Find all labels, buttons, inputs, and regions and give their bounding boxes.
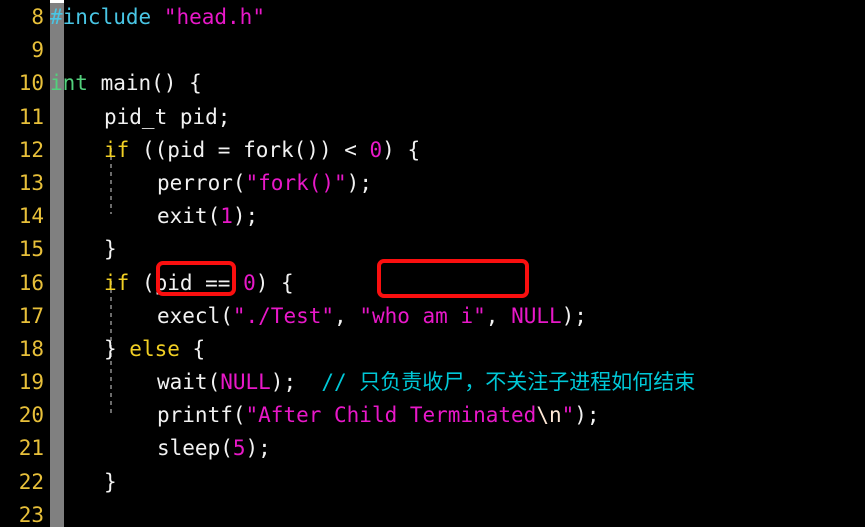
line-content: perror("fork()"); [157, 167, 372, 200]
token-type-int: int [50, 71, 88, 96]
token-close-paren: ); [245, 436, 271, 461]
code-editor-view: 8 #include "head.h" 9 10 int main() { 11… [0, 0, 865, 527]
code-line-12[interactable]: 12 if ((pid = fork()) < 0) { [0, 134, 865, 167]
token-header-string: "head.h" [163, 5, 265, 29]
token-string-who-am-i: "who am i" [359, 303, 486, 328]
token-close-paren: ); [232, 204, 259, 229]
token-comma: , [334, 303, 360, 328]
line-number: 20 [18, 403, 44, 428]
line-number: 15 [18, 237, 44, 262]
line-number: 8 [31, 5, 44, 29]
code-line-22[interactable]: 22 } [0, 466, 865, 499]
token-number-five: 5 [232, 436, 246, 461]
token-printf-call: printf( [157, 403, 246, 428]
token-sleep-call: sleep( [157, 436, 233, 461]
token-open-paren: ( [220, 303, 233, 328]
token-comment-slashes: // [321, 370, 360, 395]
token-string-after-child: "After Child Terminated [245, 403, 537, 428]
code-line-16[interactable]: 16 if (pid == 0) { [0, 267, 865, 300]
token-number-zero: 0 [369, 137, 383, 162]
token-preprocessor: #include [50, 5, 152, 29]
code-line-13[interactable]: 13 perror("fork()"); [0, 167, 865, 200]
line-content: } [104, 233, 117, 266]
code-lines: 8 #include "head.h" 9 10 int main() { 11… [0, 0, 865, 527]
line-content: printf("After Child Terminated\n"); [157, 399, 600, 432]
line-content: pid_t pid; [104, 101, 230, 134]
token-execl-function: execl [157, 303, 221, 328]
line-number: 16 [18, 270, 44, 295]
token-string-close-quote: " [561, 403, 575, 428]
code-line-21[interactable]: 21 sleep(5); [0, 432, 865, 465]
line-number: 12 [18, 137, 44, 162]
token-comment-text: 只负责收尸，不关注子进程如何结束 [359, 370, 696, 395]
line-content: #include "head.h" [50, 1, 265, 34]
token-null-literal: NULL [220, 370, 271, 395]
token-brace-close: } [104, 469, 117, 494]
token-brace-close: } [104, 336, 130, 361]
line-number: 17 [18, 303, 44, 328]
line-number: 13 [18, 170, 44, 195]
token-keyword-if: if [104, 270, 130, 295]
token-close-paren: ); [561, 303, 587, 328]
token-brace-close: } [104, 237, 117, 262]
token-brace-open: { [179, 336, 206, 361]
line-number: 21 [18, 436, 44, 461]
line-number: 22 [18, 469, 44, 494]
token-perror-call: perror( [157, 170, 246, 195]
code-line-20[interactable]: 20 printf("After Child Terminated\n"); [0, 399, 865, 432]
token-comma: , [485, 303, 512, 328]
token-brace-open: ) { [382, 137, 421, 162]
token-fork-call: ((pid = fork()) < [129, 137, 370, 162]
token-escape-newline: \n [536, 403, 562, 428]
code-line-14[interactable]: 14 exit(1); [0, 200, 865, 233]
token-null-literal: NULL [511, 303, 562, 328]
token-keyword-if: if [104, 137, 130, 162]
code-line-18[interactable]: 18 } else { [0, 333, 865, 366]
line-content: } else { [104, 333, 205, 366]
code-line-23[interactable]: 23 [0, 499, 865, 527]
code-line-9[interactable]: 9 [0, 34, 865, 67]
line-number: 11 [18, 104, 44, 129]
token-close-paren: ); [346, 170, 372, 195]
token-string-fork: "fork()" [245, 170, 347, 195]
token-close-paren: ); [270, 370, 322, 395]
code-line-17[interactable]: 17 execl("./Test", "who am i", NULL); [0, 300, 865, 333]
token-wait-call: wait( [157, 370, 221, 395]
token-number-one: 1 [220, 204, 233, 229]
line-number: 19 [18, 370, 44, 395]
token-brace-open: ) { [255, 270, 294, 295]
code-line-11[interactable]: 11 pid_t pid; [0, 101, 865, 134]
line-content: wait(NULL); // 只负责收尸，不关注子进程如何结束 [157, 366, 695, 399]
line-number: 14 [18, 204, 44, 229]
line-content: int main() { [50, 67, 202, 100]
line-content: if (pid == 0) { [104, 267, 294, 300]
line-content: } [104, 466, 117, 499]
token-exit-call: exit( [157, 204, 221, 229]
token-close-paren: ); [574, 403, 600, 428]
line-number: 9 [31, 38, 44, 63]
code-line-10[interactable]: 10 int main() { [0, 67, 865, 100]
line-content: execl("./Test", "who am i", NULL); [157, 300, 587, 333]
token-keyword-else: else [129, 336, 180, 361]
line-number: 10 [18, 71, 44, 96]
token-pid-declaration: pid_t pid; [104, 104, 231, 129]
line-number: 18 [18, 336, 44, 361]
line-number: 23 [18, 502, 44, 527]
code-line-8[interactable]: 8 #include "head.h" [0, 1, 865, 34]
line-content: exit(1); [157, 200, 258, 233]
line-content: sleep(5); [157, 432, 271, 465]
code-line-15[interactable]: 15 } [0, 233, 865, 266]
token-main-decl: main() { [87, 71, 202, 96]
token-string-test-path: "./Test" [232, 303, 335, 328]
line-content: if ((pid = fork()) < 0) { [104, 134, 420, 167]
token-pid-compare: (pid == [129, 270, 244, 295]
code-line-19[interactable]: 19 wait(NULL); // 只负责收尸，不关注子进程如何结束 [0, 366, 865, 399]
token-number-zero: 0 [243, 270, 256, 295]
